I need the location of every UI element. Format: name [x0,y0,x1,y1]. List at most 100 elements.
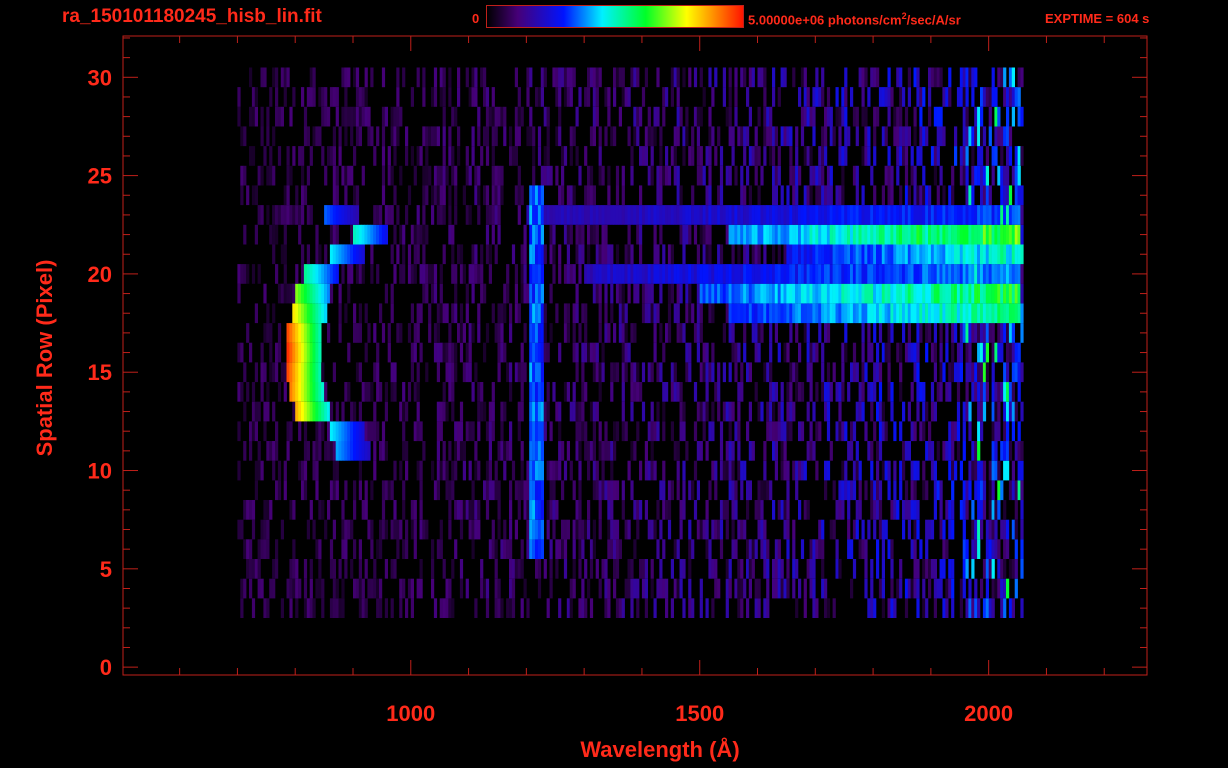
heatmap-cell [719,185,724,206]
heatmap-cell [537,126,542,147]
heatmap-cell [578,165,582,186]
heatmap-cell [873,146,877,166]
heatmap-cell [933,342,937,363]
heatmap-cell [699,264,703,284]
heatmap-cell [838,126,842,147]
heatmap-cell [890,264,894,284]
heatmap-cell [919,185,923,206]
heatmap-cell [1000,244,1004,265]
heatmap-cell [572,185,576,206]
heatmap-cell [433,264,438,284]
heatmap-cell [477,264,481,284]
heatmap-cell [561,146,565,166]
heatmap-cell [243,126,247,147]
heatmap-cell [292,323,296,343]
heatmap-cell [353,205,357,225]
heatmap-cell [748,264,752,284]
heatmap-cell [251,185,256,206]
heatmap-cell [494,185,498,206]
heatmap-cell [693,500,698,520]
heatmap-cell [624,87,628,107]
heatmap-cell [688,342,692,363]
heatmap-cell [621,382,625,402]
heatmap-cell [321,264,325,284]
heatmap-cell [962,106,966,127]
heatmap-cell [722,460,726,481]
heatmap-cell [919,106,923,127]
heatmap-cell [945,323,949,343]
heatmap-cell [772,264,776,284]
heatmap-cell [494,480,498,501]
heatmap-cell [821,559,825,579]
heatmap-cell [777,146,781,166]
heatmap-cell [878,382,883,402]
heatmap-cell [844,224,848,245]
heatmap-cell [376,224,380,245]
heatmap-cell [766,264,770,284]
heatmap-cell [410,264,414,284]
heatmap-cell [852,559,857,579]
heatmap-cell [462,323,466,343]
heatmap-cell [841,480,845,501]
heatmap-cell [977,126,981,147]
heatmap-cell [497,362,501,383]
heatmap-cell [705,598,709,618]
heatmap-cell [497,205,501,225]
heatmap-cell [887,460,891,481]
heatmap-cell [537,539,542,559]
heatmap-cell [942,559,946,579]
heatmap-cell [1020,539,1024,559]
heatmap-cell [509,362,513,383]
heatmap-cell [384,480,388,501]
heatmap-cell [592,185,596,206]
heatmap-cell [483,401,487,422]
heatmap-cell [1011,205,1015,225]
heatmap-cell [474,500,478,520]
heatmap-cell [303,578,308,599]
heatmap-cell [985,539,989,559]
heatmap-cell [439,185,443,206]
heatmap-cell [884,283,888,304]
heatmap-cell [332,421,336,442]
heatmap-cell [537,362,542,383]
heatmap-cell [610,441,614,461]
heatmap-cell [477,205,481,225]
heatmap-cell [532,342,536,363]
heatmap-cell [743,519,747,540]
heatmap-cell [922,283,926,304]
heatmap-cell [607,323,611,343]
heatmap-cell [615,205,620,225]
heatmap-cell [974,598,978,618]
heatmap-cell [607,244,611,265]
heatmap-cell [636,205,640,225]
heatmap-cell [948,421,952,442]
heatmap-cell [956,224,961,245]
heatmap-cell [982,480,987,501]
heatmap-cell [457,421,461,442]
heatmap-cell [509,126,513,147]
heatmap-cell [298,401,302,422]
heatmap-cell [951,205,955,225]
heatmap-cell [789,224,793,245]
heatmap-cell [936,244,940,265]
heatmap-cell [249,559,253,579]
heatmap-cell [783,126,787,147]
heatmap-cell [821,185,825,206]
heatmap-cell [864,244,868,265]
heatmap-cell [962,500,966,520]
heatmap-cell [717,362,721,383]
heatmap-cell [997,165,1001,186]
heatmap-cell [286,578,290,599]
heatmap-cell [537,441,542,461]
heatmap-cell [1006,578,1010,599]
heatmap-cell [662,578,666,599]
heatmap-cell [933,303,937,324]
heatmap-cell [277,382,282,402]
heatmap-cell [667,165,672,186]
heatmap-cell [662,165,666,186]
heatmap-cell [627,264,631,284]
heatmap-cell [592,342,596,363]
heatmap-cell [974,224,978,245]
heatmap-cell [393,519,397,540]
heatmap-cell [511,146,516,166]
